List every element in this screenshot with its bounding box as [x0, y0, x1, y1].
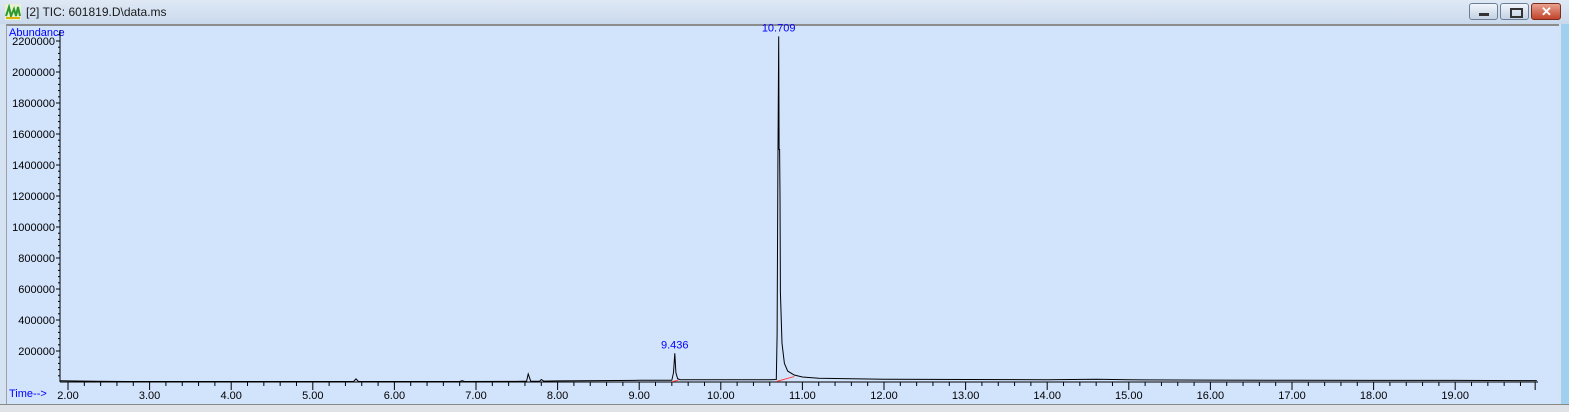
x-tick-label: 10.00	[707, 390, 735, 402]
y-tick-label: 800000	[18, 253, 55, 265]
x-tick-label: 17.00	[1278, 390, 1306, 402]
y-tick-label: 200000	[18, 346, 55, 358]
x-tick-label: 6.00	[384, 390, 405, 402]
integration-baseline	[671, 379, 679, 383]
tic-trace	[59, 36, 1537, 383]
x-tick-label: 4.00	[220, 390, 241, 402]
x-tick-label: 18.00	[1360, 390, 1388, 402]
y-tick-label: 1000000	[12, 222, 55, 234]
y-tick-label: 400000	[18, 315, 55, 327]
x-tick-label: 15.00	[1115, 390, 1143, 402]
y-tick-label: 1600000	[12, 129, 55, 141]
x-tick-label: 13.00	[952, 390, 980, 402]
y-tick-label: 600000	[18, 284, 55, 296]
x-tick-label: 12.00	[870, 390, 898, 402]
y-tick-label: 2200000	[12, 36, 55, 48]
x-tick-label: 7.00	[465, 390, 486, 402]
x-tick-label: 14.00	[1033, 390, 1061, 402]
chromatogram-chart: Abundance Time--> 2.00 3.00 4.00 5.00 6.00 7.…	[9, 22, 1538, 402]
integration-baseline	[776, 376, 795, 383]
x-tick-label: 2.00	[57, 390, 78, 402]
y-tick-label: 1400000	[12, 160, 55, 172]
peak-label: 9.436	[661, 339, 689, 351]
y-tick-label: 1200000	[12, 191, 55, 203]
x-tick-label: 19.00	[1441, 390, 1469, 402]
y-tick-label: 1800000	[12, 98, 55, 110]
x-axis-label: Time-->	[9, 388, 47, 400]
x-tick-label: 11.00	[789, 390, 816, 402]
peak-label: 10.709	[762, 22, 796, 34]
x-tick-label: 3.00	[139, 390, 160, 402]
y-tick-label: 2000000	[12, 67, 55, 79]
x-tick-label: 8.00	[547, 390, 568, 402]
x-tick-label: 9.00	[628, 390, 649, 402]
x-tick-label: 5.00	[302, 390, 323, 402]
x-tick-label: 16.00	[1197, 390, 1225, 402]
